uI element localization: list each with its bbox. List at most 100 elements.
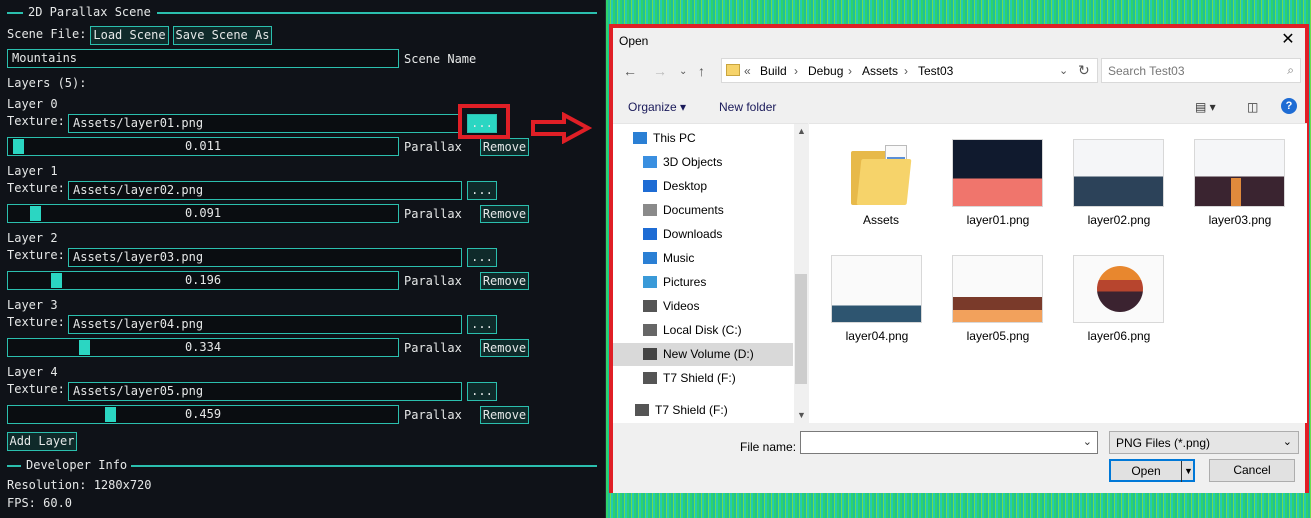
parallax-slider[interactable]: 0.196 xyxy=(7,271,399,290)
organize-menu[interactable]: Organize ▾ xyxy=(628,100,686,114)
browse-texture-button[interactable]: ... xyxy=(467,248,497,267)
nav-scrollbar[interactable]: ▲ ▼ xyxy=(794,124,808,424)
nav-item[interactable]: T7 Shield (F:) xyxy=(613,399,793,422)
search-input[interactable]: Search Test03 ⌕ xyxy=(1101,58,1301,83)
parallax-label: Parallax xyxy=(404,140,462,154)
open-dropdown-icon[interactable]: ▼ xyxy=(1181,461,1195,482)
help-icon[interactable]: ? xyxy=(1281,98,1297,114)
preview-pane-icon[interactable]: ◫ xyxy=(1247,100,1258,114)
nav-item-label: Local Disk (C:) xyxy=(663,323,742,337)
nav-item[interactable]: Videos xyxy=(613,295,793,318)
breadcrumb-test03[interactable]: Test03 xyxy=(918,64,953,78)
address-bar[interactable]: « Build › Debug › Assets › Test03 ⌄ ↻ xyxy=(721,58,1098,83)
close-icon[interactable]: ✕ xyxy=(1277,29,1299,51)
computer-icon xyxy=(633,132,647,144)
scroll-thumb[interactable] xyxy=(795,274,807,384)
add-layer-button[interactable]: Add Layer xyxy=(7,432,77,451)
nav-item[interactable]: Music xyxy=(613,247,793,270)
file-item-assets[interactable]: Assets xyxy=(821,139,936,249)
layer01-thumbnail xyxy=(952,139,1043,207)
texture-path-input[interactable]: Assets/layer05.png xyxy=(68,382,462,401)
cancel-button[interactable]: Cancel xyxy=(1209,459,1295,482)
file-name: layer05.png xyxy=(966,329,1030,343)
remove-layer-button[interactable]: Remove xyxy=(480,138,529,156)
chevron-down-icon[interactable]: ⌄ xyxy=(1059,64,1068,77)
3d-objects-icon xyxy=(643,156,657,168)
parallax-value: 0.196 xyxy=(184,273,222,287)
overflow-icon[interactable]: « xyxy=(744,64,751,78)
load-scene-button[interactable]: Load Scene xyxy=(90,26,169,45)
open-button[interactable]: Open ▼ xyxy=(1109,459,1195,482)
chevron-right-icon: › xyxy=(848,64,852,78)
scene-name-input[interactable]: Mountains xyxy=(7,49,399,68)
nav-item[interactable]: Local Disk (C:) xyxy=(613,319,793,342)
refresh-icon[interactable]: ↻ xyxy=(1078,62,1090,79)
file-name: layer02.png xyxy=(1087,213,1151,227)
nav-item[interactable]: Pictures xyxy=(613,271,793,294)
texture-path-input[interactable]: Assets/layer01.png xyxy=(68,114,462,133)
file-item-layer05[interactable]: layer05.png xyxy=(938,255,1053,365)
texture-path-input[interactable]: Assets/layer02.png xyxy=(68,181,462,200)
texture-label: Texture: xyxy=(7,181,65,195)
texture-path-input[interactable]: Assets/layer04.png xyxy=(68,315,462,334)
new-folder-button[interactable]: New folder xyxy=(719,100,776,114)
back-arrow-icon[interactable]: ← xyxy=(623,63,637,79)
browse-texture-button[interactable]: ... xyxy=(467,382,497,401)
up-arrow-icon[interactable]: ↑ xyxy=(698,63,705,79)
scroll-up-icon[interactable]: ▲ xyxy=(797,126,806,136)
desktop-icon xyxy=(643,180,657,192)
parallax-slider[interactable]: 0.459 xyxy=(7,405,399,424)
nav-item[interactable]: 3D Objects xyxy=(613,151,793,174)
file-item-layer06[interactable]: layer06.png xyxy=(1059,255,1174,365)
breadcrumb-debug[interactable]: Debug xyxy=(808,64,843,78)
pictures-icon xyxy=(643,276,657,288)
file-name-input[interactable]: ⌄ xyxy=(800,431,1098,454)
nav-item-label: New Volume (D:) xyxy=(663,347,754,361)
search-placeholder: Search Test03 xyxy=(1108,64,1185,78)
file-item-layer04[interactable]: layer04.png xyxy=(817,255,932,365)
navigation-pane: ▲ ▼ This PC 3D Objects Desktop Documents… xyxy=(613,123,808,424)
forward-arrow-icon[interactable]: → xyxy=(653,63,667,79)
panel-title: 2D Parallax Scene xyxy=(24,5,155,19)
file-item-layer02[interactable]: layer02.png xyxy=(1059,139,1174,249)
remove-layer-button[interactable]: Remove xyxy=(480,205,529,223)
nav-item[interactable]: This PC xyxy=(613,127,793,150)
file-item-layer03[interactable]: layer03.png xyxy=(1180,139,1295,249)
remove-layer-button[interactable]: Remove xyxy=(480,406,529,424)
parallax-slider[interactable]: 0.011 xyxy=(7,137,399,156)
parallax-label: Parallax xyxy=(404,274,462,288)
scene-file-label: Scene File: xyxy=(7,27,87,41)
browse-texture-button[interactable]: ... xyxy=(467,181,497,200)
nav-item-label: Videos xyxy=(663,299,700,313)
recent-chevron-icon[interactable]: ⌄ xyxy=(679,66,687,77)
file-name: layer04.png xyxy=(845,329,909,343)
parallax-slider[interactable]: 0.334 xyxy=(7,338,399,357)
texture-path-input[interactable]: Assets/layer03.png xyxy=(68,248,462,267)
breadcrumb-build[interactable]: Build xyxy=(760,64,787,78)
folder-icon xyxy=(726,64,740,76)
drive-icon xyxy=(635,404,649,416)
nav-item[interactable]: Downloads xyxy=(613,223,793,246)
nav-item[interactable]: New Volume (D:) xyxy=(613,343,793,366)
chevron-right-icon: › xyxy=(904,64,908,78)
save-scene-as-button[interactable]: Save Scene As xyxy=(173,26,272,45)
parallax-label: Parallax xyxy=(404,207,462,221)
remove-layer-button[interactable]: Remove xyxy=(480,272,529,290)
parallax-slider[interactable]: 0.091 xyxy=(7,204,399,223)
nav-item[interactable]: T7 Shield (F:) xyxy=(613,367,793,390)
scroll-down-icon[interactable]: ▼ xyxy=(797,410,806,420)
remove-layer-button[interactable]: Remove xyxy=(480,339,529,357)
breadcrumb-assets[interactable]: Assets xyxy=(862,64,898,78)
browse-texture-button[interactable]: ... xyxy=(467,315,497,334)
view-options-icon[interactable]: ▤ ▾ xyxy=(1195,100,1216,114)
file-item-layer01[interactable]: layer01.png xyxy=(938,139,1053,249)
nav-item[interactable]: Documents xyxy=(613,199,793,222)
file-type-value: PNG Files (*.png) xyxy=(1116,436,1211,450)
file-type-select[interactable]: PNG Files (*.png) ⌄ xyxy=(1109,431,1299,454)
parallax-value: 0.459 xyxy=(184,407,222,421)
parallax-label: Parallax xyxy=(404,341,462,355)
organize-label: Organize xyxy=(628,100,677,114)
chevron-down-icon[interactable]: ⌄ xyxy=(1083,435,1092,448)
layer-title: Layer 3 xyxy=(7,298,58,312)
nav-item[interactable]: Desktop xyxy=(613,175,793,198)
